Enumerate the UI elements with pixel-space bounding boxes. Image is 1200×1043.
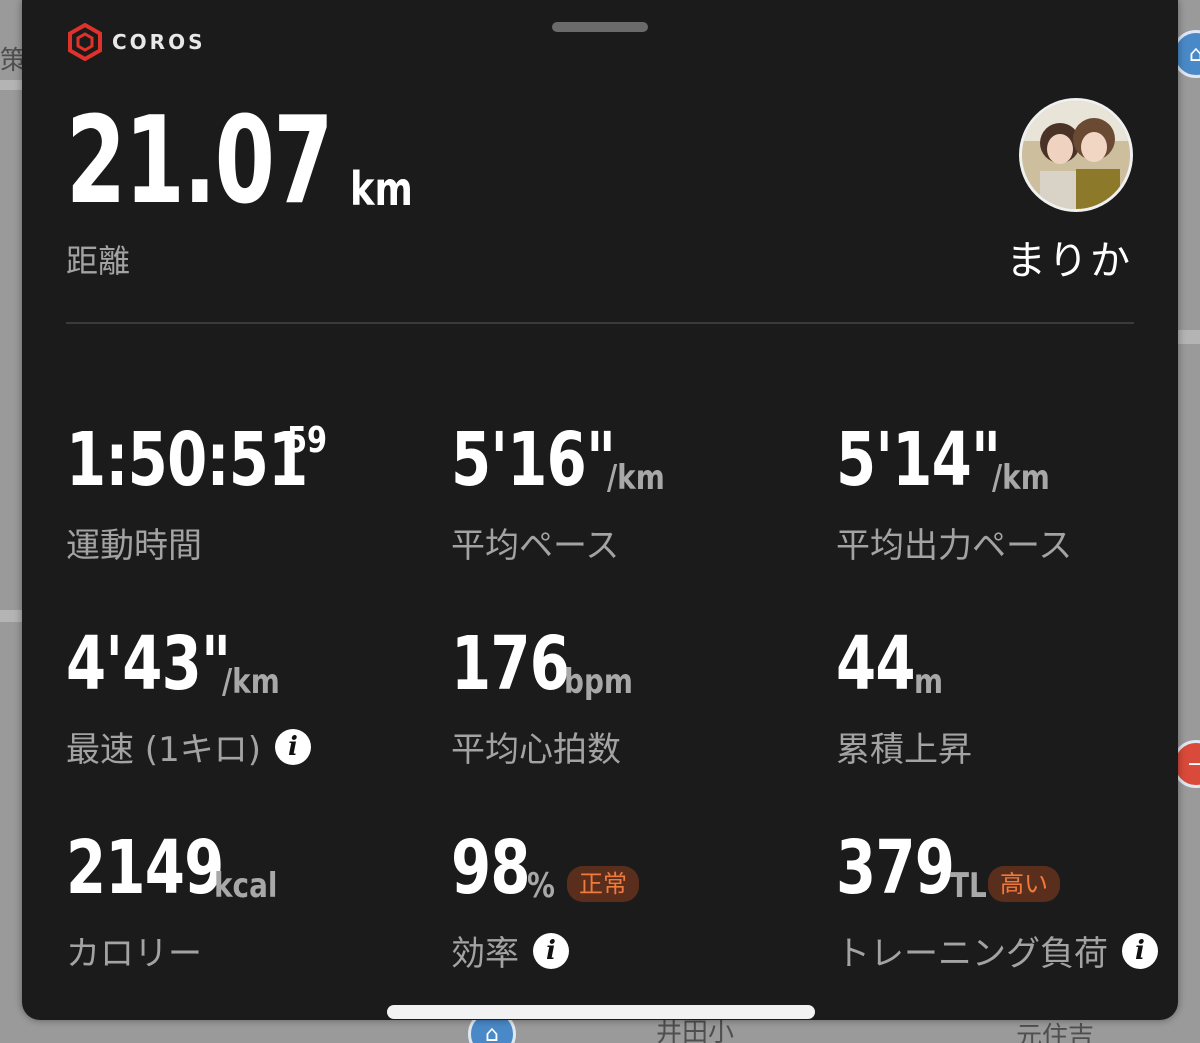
status-badge: 正常 xyxy=(567,866,639,902)
metric-value: 98 xyxy=(451,825,531,911)
metric-avg-pace: 5'16" /km 平均ペース xyxy=(451,420,831,567)
sheet-drag-handle[interactable] xyxy=(552,22,648,32)
metric-elevation-gain: 44 m 累積上昇 xyxy=(836,624,1200,771)
metric-label: 累積上昇 xyxy=(836,730,972,770)
metric-value: 44 xyxy=(836,621,916,707)
divider xyxy=(66,322,1134,324)
brand-name: COROS xyxy=(112,30,206,54)
avatar[interactable] xyxy=(1019,98,1133,212)
metric-avg-heart-rate: 176 bpm 平均心拍数 xyxy=(451,624,831,771)
metric-efficiency: 98 % 正常 効率 i xyxy=(451,828,831,975)
brand-logo: COROS xyxy=(66,23,206,61)
metric-value: 4'43" xyxy=(66,621,231,707)
info-icon[interactable]: i xyxy=(533,932,569,969)
metric-unit: /km xyxy=(607,458,665,498)
metric-label: カロリー xyxy=(66,934,202,974)
metric-value: 5'14" xyxy=(836,417,1001,503)
info-icon[interactable]: i xyxy=(274,728,311,765)
distance-value: 21.07 xyxy=(66,92,334,231)
metric-value: 5'16" xyxy=(451,417,616,503)
metric-value: 1:50:51 xyxy=(66,417,308,503)
metric-fastest-km: 4'43" /km 最速 (1キロ) i xyxy=(66,624,446,771)
avatar-photo xyxy=(1022,101,1130,209)
metric-unit: /km xyxy=(222,662,280,702)
metric-unit: kcal xyxy=(214,866,278,906)
activity-summary-sheet: COROS 21.07 km 距離 まりか 1:50:51 59 運動時間 5'… xyxy=(22,0,1178,1020)
metric-value: 2149 xyxy=(66,825,224,911)
metric-label: トレーニング負荷 xyxy=(836,934,1108,974)
metric-unit: TL xyxy=(950,866,987,906)
metric-label: 効率 xyxy=(451,934,519,974)
metric-value: 379 xyxy=(836,825,955,911)
metric-label: 平均心拍数 xyxy=(451,730,621,770)
metric-unit: % xyxy=(527,866,555,906)
metric-unit: /km xyxy=(992,458,1050,498)
distance-unit: km xyxy=(350,162,413,216)
metric-duration: 1:50:51 59 運動時間 xyxy=(66,420,446,567)
map-label: 元住吉 xyxy=(1016,1022,1095,1043)
metric-unit: m xyxy=(914,662,944,702)
metric-unit: bpm xyxy=(564,662,633,702)
user-name: まりか xyxy=(1006,238,1132,284)
metric-calories: 2149 kcal カロリー xyxy=(66,828,446,975)
metric-avg-power-pace: 5'14" /km 平均出力ペース xyxy=(836,420,1200,567)
coros-logo-icon xyxy=(68,23,102,61)
metric-label: 運動時間 xyxy=(66,526,202,566)
info-icon[interactable]: i xyxy=(1122,932,1158,969)
home-indicator[interactable] xyxy=(387,1005,815,1019)
metric-label: 平均出力ペース xyxy=(836,526,1073,566)
metric-sup: 59 xyxy=(287,420,328,461)
metric-label: 最速 (1キロ) xyxy=(66,730,261,770)
distance-label: 距離 xyxy=(66,242,131,280)
status-badge: 高い xyxy=(988,866,1060,902)
metric-training-load: 379 TL 高い トレーニング負荷 i xyxy=(836,828,1200,975)
metric-label: 平均ペース xyxy=(451,526,620,566)
metric-value: 176 xyxy=(451,621,570,707)
